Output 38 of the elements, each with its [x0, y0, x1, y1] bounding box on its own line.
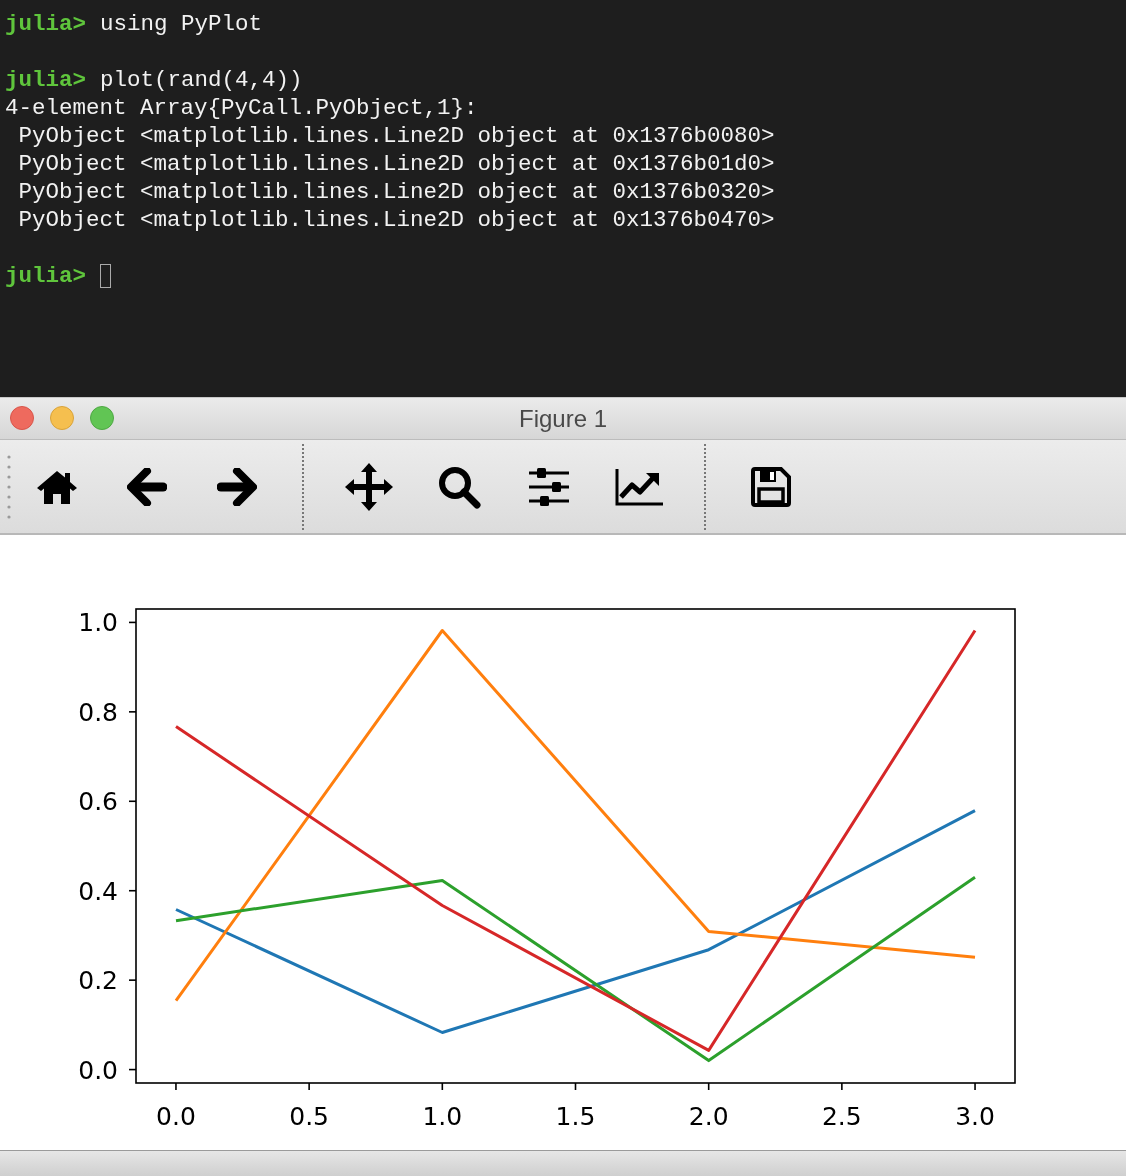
tick-label: 0.0 [156, 1102, 196, 1131]
tick-label: 1.0 [78, 608, 118, 638]
tick-mark [128, 979, 137, 981]
output-text: 4-element Array{PyCall.PyObject,1}: [5, 94, 478, 122]
tick-label: 1.0 [422, 1102, 463, 1131]
tick-mark [128, 800, 137, 803]
tick-label: 2.0 [688, 1102, 729, 1131]
tick-label: 0.5 [289, 1102, 329, 1131]
tick-mark [128, 621, 137, 624]
output-text: PyObject <matplotlib.lines.Line2D object at 0x1376b0080> [17, 122, 775, 150]
tick-label: 0.8 [78, 697, 118, 727]
tick-label: 3.0 [955, 1102, 995, 1131]
tick-label: 1.5 [555, 1102, 596, 1131]
output-text: PyObject <matplotlib.lines.Line2D object at 0x1376b01d0> [17, 150, 775, 178]
command-text: using PyPlot [100, 10, 263, 38]
tick-mark [841, 1082, 843, 1091]
tick-mark [128, 711, 137, 713]
prompt: julia> [5, 262, 86, 290]
tick-mark [574, 1082, 577, 1091]
tick-mark [175, 1082, 177, 1091]
prompt: julia> [5, 66, 86, 94]
tick-mark [707, 1082, 710, 1091]
tick-label: 0.0 [78, 1055, 118, 1085]
tick-mark [128, 1068, 137, 1071]
tick-label: 2.5 [822, 1102, 862, 1131]
tick-mark [128, 889, 137, 892]
tick-label: 0.6 [78, 787, 118, 817]
tick-mark [308, 1082, 310, 1091]
tick-label: 0.2 [78, 966, 118, 996]
tick-mark [974, 1082, 976, 1091]
prompt: julia> [5, 10, 86, 38]
output-text: PyObject <matplotlib.lines.Line2D object at 0x1376b0320> [17, 178, 775, 206]
command-text: plot(rand(4,4)) [100, 66, 303, 94]
tick-label: 0.4 [78, 876, 118, 906]
output-text: PyObject <matplotlib.lines.Line2D object at 0x1376b0470> [17, 206, 775, 234]
window-title: Figure 1 [518, 404, 607, 433]
tick-mark [441, 1082, 444, 1091]
close-button[interactable] [10, 406, 34, 430]
